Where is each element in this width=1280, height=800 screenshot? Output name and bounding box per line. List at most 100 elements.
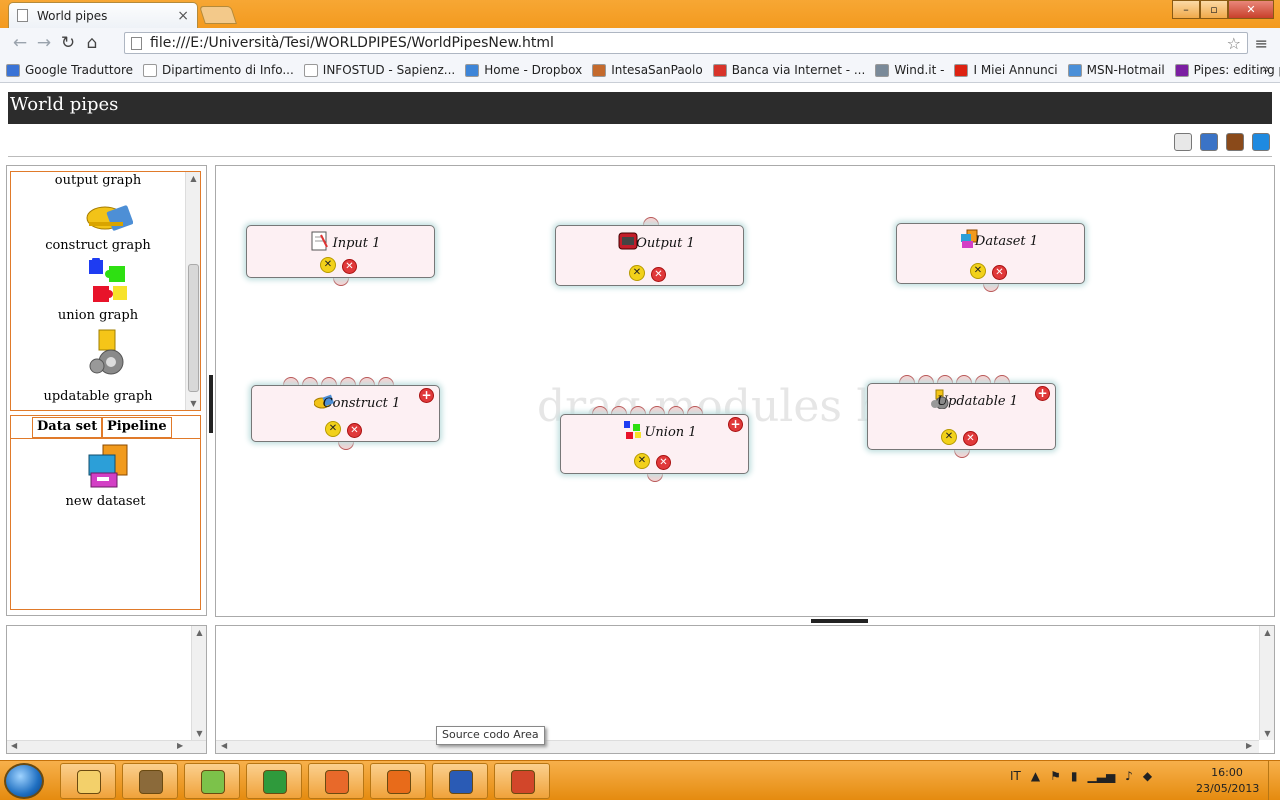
configure-icon[interactable]: ✕ (320, 257, 336, 273)
bookmark-item[interactable]: INFOSTUD - Sapienz... (303, 63, 455, 77)
add-input-icon[interactable]: + (419, 388, 434, 403)
updatable-icon[interactable] (85, 328, 133, 376)
library-item-output-graph[interactable]: output graph (11, 173, 185, 188)
taskbar-app[interactable] (370, 763, 426, 799)
bookmarks-overflow-icon[interactable]: » (1262, 62, 1270, 77)
signal-icon[interactable]: ▁▃▅ (1087, 769, 1115, 783)
scroll-down-arrow[interactable]: ▼ (186, 399, 200, 408)
configure-icon[interactable]: ✕ (941, 429, 957, 445)
minimize-button[interactable]: – (1172, 0, 1200, 19)
taskbar-app[interactable] (246, 763, 302, 799)
tab-pipeline[interactable]: Pipeline (102, 417, 172, 438)
start-button[interactable] (4, 763, 44, 799)
source-vscroll[interactable]: ▲ ▼ (1259, 626, 1274, 740)
new-pipe-icon[interactable] (1174, 133, 1192, 151)
bookmark-item[interactable]: Dipartimento di Info... (143, 63, 294, 77)
browser-tab[interactable]: World pipes × (8, 2, 198, 28)
scroll-thumb[interactable] (188, 264, 199, 392)
bookmark-item[interactable]: Home - Dropbox (465, 63, 582, 77)
pipe-module[interactable]: Union 1 ✕ ✕ + (560, 414, 749, 474)
library-item-updatable-graph[interactable]: updatable graph (11, 389, 185, 404)
tab-close-icon[interactable]: × (177, 8, 189, 24)
add-input-icon[interactable]: + (728, 417, 743, 432)
url-text: file:///E:/Università/Tesi/WORLDPIPES/Wo… (150, 35, 554, 51)
bookmark-item[interactable]: Banca via Internet - ... (712, 63, 865, 77)
taskbar-app[interactable] (60, 763, 116, 799)
bottom-left-hscroll[interactable]: ◀ ▶ (7, 740, 206, 753)
add-input-icon[interactable]: + (1035, 386, 1050, 401)
briefcase-icon[interactable] (1226, 133, 1244, 151)
volume-icon[interactable]: ♪ (1125, 769, 1133, 783)
back-icon[interactable]: ← (8, 33, 32, 53)
clock[interactable]: 16:00 23/05/2013 (1196, 765, 1259, 797)
source-code-area[interactable]: ▲ ▼ ◀ ▶ (215, 625, 1275, 754)
delete-icon[interactable]: ✕ (963, 431, 978, 446)
scroll-up-arrow[interactable]: ▲ (192, 628, 207, 637)
pipe-module[interactable]: Output 1 ✕ ✕ (555, 225, 744, 286)
pipe-module[interactable]: Updatable 1 ✕ ✕ + (867, 383, 1056, 450)
taskbar-app[interactable] (122, 763, 178, 799)
configure-icon[interactable]: ✕ (634, 453, 650, 469)
taskbar-app[interactable] (184, 763, 240, 799)
taskbar-app[interactable] (308, 763, 364, 799)
app-title: World pipes (10, 94, 119, 115)
maximize-button[interactable]: ▫ (1200, 0, 1228, 19)
delete-icon[interactable]: ✕ (342, 259, 357, 274)
bookmark-item[interactable]: IntesaSanPaolo (592, 63, 703, 77)
language-indicator[interactable]: IT (1010, 769, 1021, 783)
bottom-left-vscroll[interactable]: ▲ ▼ (191, 626, 206, 740)
vertical-splitter[interactable] (209, 375, 213, 433)
taskbar-app[interactable] (494, 763, 550, 799)
scroll-down-arrow[interactable]: ▼ (1260, 729, 1275, 738)
new-tab-button[interactable] (199, 6, 237, 24)
source-hscroll[interactable]: ◀ ▶ (216, 740, 1259, 753)
reload-icon[interactable]: ↻ (56, 33, 80, 53)
taskbar-app[interactable] (432, 763, 488, 799)
delete-icon[interactable]: ✕ (656, 455, 671, 470)
scroll-down-arrow[interactable]: ▼ (192, 729, 207, 738)
pipe-module[interactable]: Input 1 ✕ ✕ (246, 225, 435, 278)
horizontal-splitter[interactable] (811, 619, 868, 623)
puzzle-icon[interactable] (85, 258, 133, 306)
delete-icon[interactable]: ✕ (651, 267, 666, 282)
tab-data-set[interactable]: Data set (32, 417, 103, 438)
new-dataset-icon[interactable] (85, 443, 133, 489)
bookmark-star-icon[interactable]: ☆ (1227, 34, 1241, 53)
home-icon[interactable]: ⌂ (80, 33, 104, 53)
action-center-flag-icon[interactable]: ⚑ (1050, 769, 1061, 783)
tray-expand-icon[interactable]: ▲ (1031, 769, 1040, 783)
msn-icon (1067, 63, 1082, 77)
scroll-left-arrow[interactable]: ◀ (221, 741, 227, 750)
dropbox-tray-icon[interactable]: ◆ (1143, 769, 1152, 783)
bookmark-item[interactable]: Wind.it - (875, 63, 944, 77)
network-icon[interactable]: ▮ (1071, 769, 1078, 783)
show-desktop-button[interactable] (1268, 761, 1280, 800)
scroll-right-arrow[interactable]: ▶ (177, 741, 183, 750)
forward-icon[interactable]: → (32, 33, 56, 53)
scroll-left-arrow[interactable]: ◀ (11, 741, 17, 750)
delete-icon[interactable]: ✕ (347, 423, 362, 438)
scroll-up-arrow[interactable]: ▲ (1260, 628, 1275, 637)
menu-icon[interactable]: ≡ (1255, 34, 1268, 53)
bookmark-item[interactable]: I Miei Annunci (954, 63, 1058, 77)
pipe-module[interactable]: Dataset 1 ✕ ✕ (896, 223, 1085, 284)
scroll-right-arrow[interactable]: ▶ (1246, 741, 1252, 750)
run-icon[interactable] (1252, 133, 1270, 151)
close-window-button[interactable]: ✕ (1228, 0, 1274, 19)
library-item-union-graph[interactable]: union graph (11, 308, 185, 323)
address-bar[interactable]: file:///E:/Università/Tesi/WORLDPIPES/Wo… (124, 32, 1248, 54)
bookmark-item[interactable]: MSN-Hotmail (1067, 63, 1165, 77)
configure-icon[interactable]: ✕ (629, 265, 645, 281)
library-item-construct-graph[interactable]: construct graph (11, 238, 185, 253)
bookmarks-bar: Google Traduttore Dipartimento di Info...… (0, 58, 1280, 83)
save-icon[interactable] (1200, 133, 1218, 151)
new-dataset-label[interactable]: new dataset (11, 494, 200, 509)
construct-icon[interactable] (85, 192, 133, 240)
configure-icon[interactable]: ✕ (325, 421, 341, 437)
configure-icon[interactable]: ✕ (970, 263, 986, 279)
library-scrollbar[interactable]: ▲ ▼ (185, 172, 200, 410)
pipe-module[interactable]: Construct 1 ✕ ✕ + (251, 385, 440, 442)
bookmark-item[interactable]: Google Traduttore (6, 63, 133, 77)
delete-icon[interactable]: ✕ (992, 265, 1007, 280)
scroll-up-arrow[interactable]: ▲ (186, 174, 200, 183)
